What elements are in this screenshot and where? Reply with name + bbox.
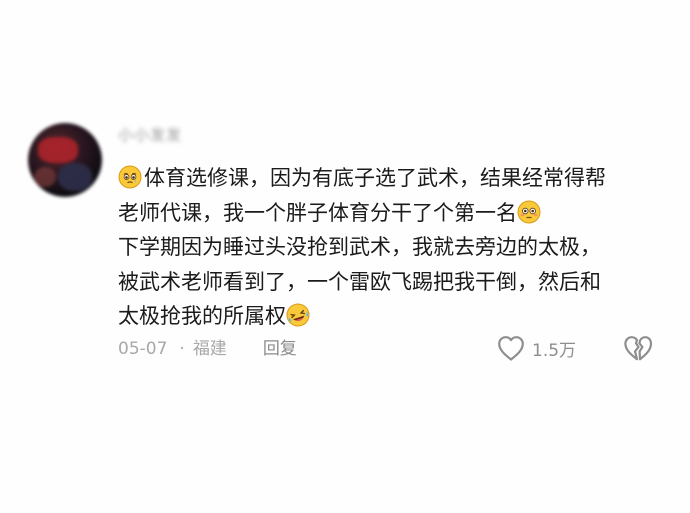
username[interactable]: 小小发发	[118, 126, 182, 144]
laughing-tears-emoji	[286, 303, 310, 327]
reply-button[interactable]: 回复	[263, 337, 297, 361]
flushed-face-emoji	[517, 200, 541, 224]
broken-heart-icon	[624, 336, 653, 361]
meta-separator: ·	[179, 339, 185, 359]
comment-line: 下学期因为睡过头没抢到武术，我就去旁边的太极，	[118, 235, 601, 259]
comment-text: 体育选修课，因为有底子选了武术，结果经常得帮 老师代课，我一个胖子体育分干了个第…	[118, 161, 658, 334]
comment-line: 老师代课，我一个胖子体育分干了个第一名	[118, 196, 658, 231]
comment-line: 被武术老师看到了，一个雷欧飞踢把我干倒，然后和	[118, 269, 601, 294]
avatar[interactable]	[28, 123, 102, 197]
heart-outline-icon	[498, 336, 524, 361]
comment-meta: 05-07 · 福建 回复	[118, 337, 297, 361]
comment-line: 体育选修课，因为有底子选了武术，结果经常得帮	[118, 161, 658, 196]
pleading-face-emoji	[118, 165, 142, 189]
like-count: 1.5万	[532, 340, 577, 361]
comment-date: 05-07	[118, 339, 168, 359]
like-button[interactable]: 1.5万	[496, 333, 576, 363]
dislike-button[interactable]	[623, 334, 653, 362]
comment-line: 太极抢我的所属权	[118, 299, 658, 334]
comment-card: 小小发发 体育选修课，因为有底子选了武术，结果经常得帮 老师代课，我一个胖子体育…	[0, 0, 690, 513]
comment-location: 福建	[192, 339, 227, 359]
